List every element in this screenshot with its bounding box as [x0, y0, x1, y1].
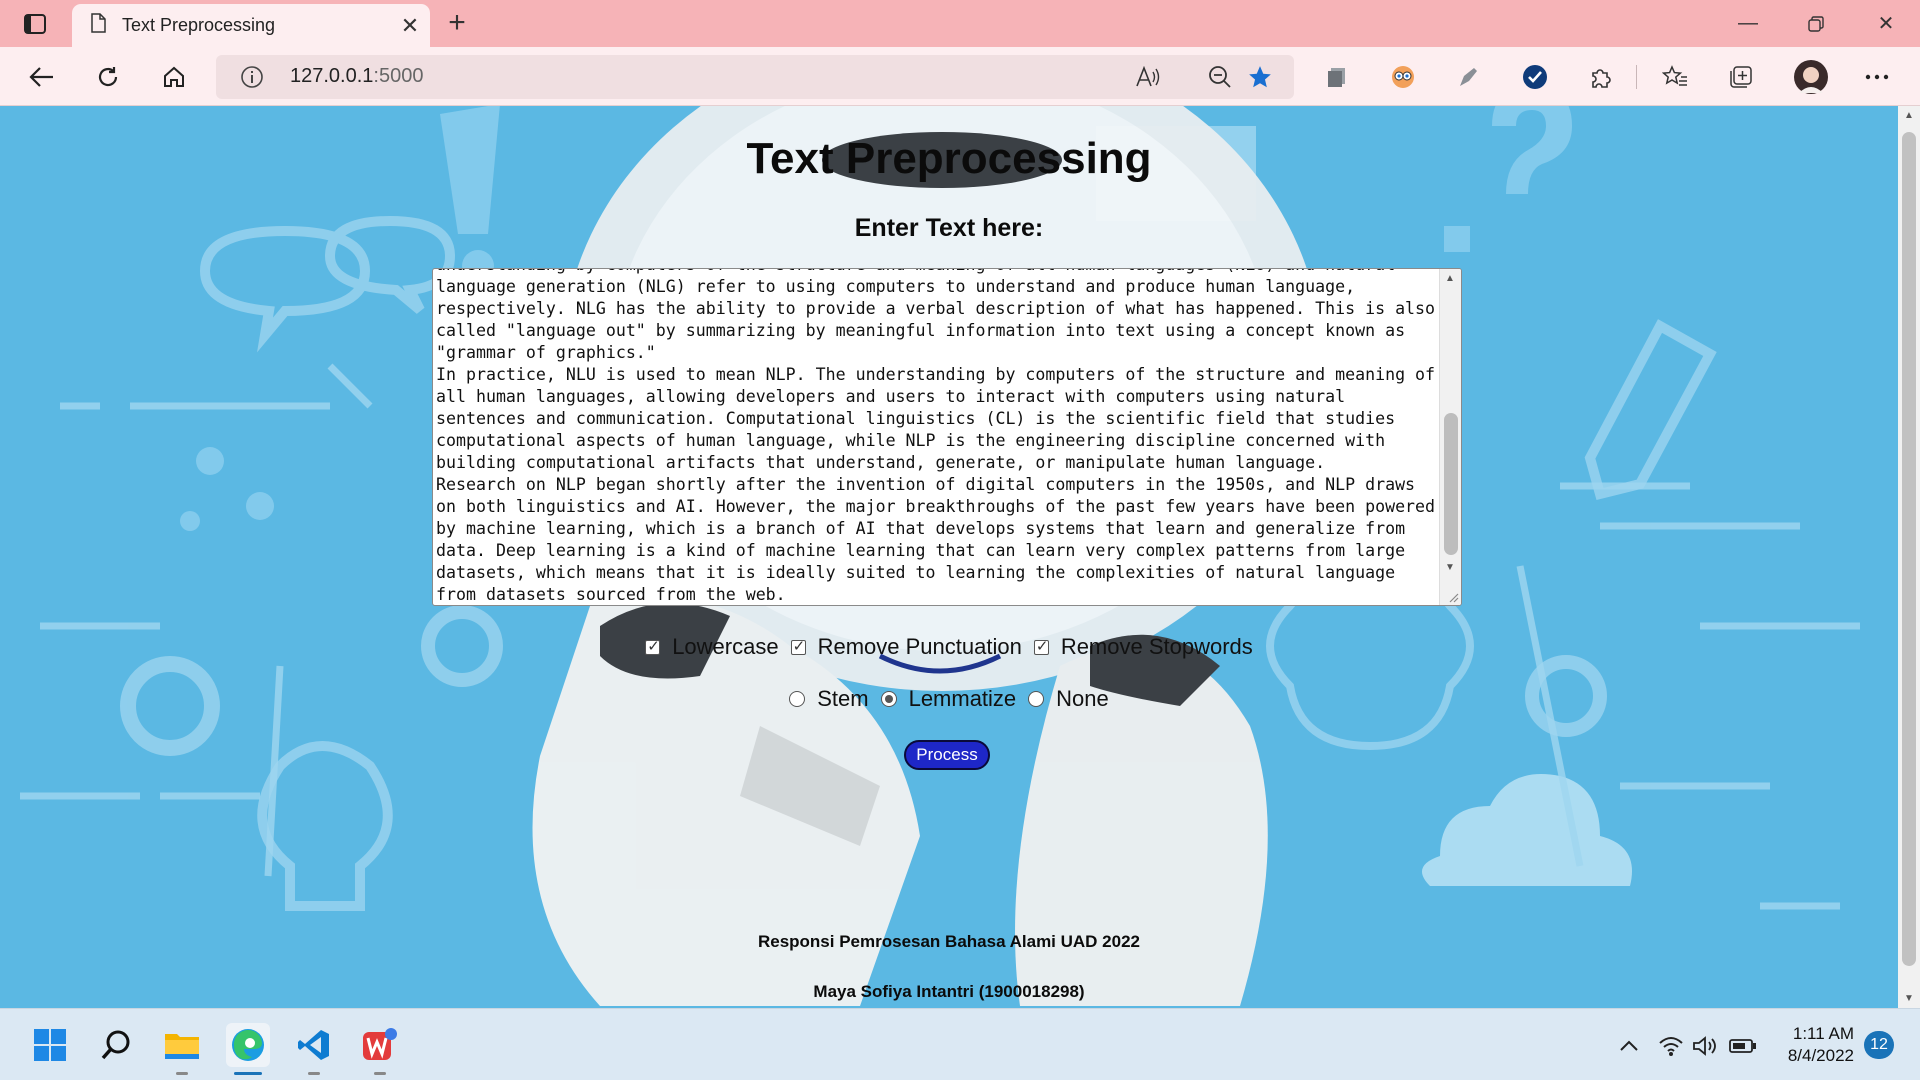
textarea-scroll-thumb[interactable]: [1444, 413, 1458, 555]
clock-date: 8/4/2022: [1787, 1046, 1854, 1065]
remove-punctuation-option[interactable]: Remove Punctuation: [790, 634, 1022, 660]
volume-icon[interactable]: [1690, 1031, 1720, 1061]
search-icon[interactable]: [94, 1023, 138, 1067]
browser-toolbar: 127.0.0.1:5000: [0, 47, 1920, 106]
stem-option[interactable]: Stem: [789, 686, 869, 712]
file-explorer-icon[interactable]: [160, 1023, 204, 1075]
remove-punctuation-label: Remove Punctuation: [817, 634, 1022, 659]
lowercase-label: Lowercase: [672, 634, 779, 659]
battery-icon[interactable]: [1728, 1031, 1758, 1061]
favorite-star-icon[interactable]: [1246, 63, 1274, 91]
show-hidden-icons[interactable]: [1614, 1031, 1644, 1061]
normalization-options: Stem Lemmatize None: [0, 686, 1898, 712]
url-port: :5000: [373, 65, 424, 87]
windows-taskbar: 1:11 AM 8/4/2022 12: [0, 1008, 1920, 1080]
tab-title: Text Preprocessing: [122, 15, 276, 35]
collections-extension-icon[interactable]: [1322, 62, 1352, 92]
home-icon[interactable]: [154, 57, 194, 97]
restore-icon[interactable]: [1782, 0, 1850, 47]
extensions-puzzle-icon[interactable]: [1586, 62, 1616, 92]
footer-course: Responsi Pemrosesan Bahasa Alami UAD 202…: [757, 932, 1141, 951]
profile-avatar[interactable]: [1792, 58, 1830, 96]
tab-actions-icon[interactable]: [20, 10, 50, 38]
close-window-icon[interactable]: ✕: [1852, 0, 1920, 47]
input-label: Enter Text here:: [854, 214, 1044, 242]
favorites-icon[interactable]: [1660, 62, 1690, 92]
browser-tab-strip: Text Preprocessing ✕ + — ✕: [0, 0, 1920, 47]
back-icon[interactable]: [22, 57, 62, 97]
text-input-value[interactable]: understanding by computers of the struct…: [436, 269, 1441, 605]
lemmatize-label: Lemmatize: [908, 686, 1017, 711]
remove-stopwords-label: Remove Stopwords: [1060, 634, 1253, 659]
new-tab-icon[interactable]: +: [440, 6, 474, 40]
remove-stopwords-checkbox[interactable]: [1033, 637, 1049, 655]
start-icon[interactable]: [28, 1023, 72, 1067]
url-host: 127.0.0.1: [290, 65, 374, 87]
stem-radio[interactable]: [789, 691, 806, 707]
address-bar[interactable]: 127.0.0.1:5000: [216, 55, 1294, 99]
site-info-icon[interactable]: [240, 65, 264, 94]
notification-badge[interactable]: 12: [1864, 1031, 1894, 1059]
running-indicator: [176, 1072, 188, 1075]
running-indicator: [308, 1072, 320, 1075]
url-text: 127.0.0.1:5000: [290, 65, 423, 88]
page-scroll-down-icon[interactable]: ▼: [1904, 993, 1914, 1004]
system-clock[interactable]: 1:11 AM 8/4/2022: [1764, 1023, 1854, 1067]
page-title: Text Preprocessing: [746, 134, 1152, 183]
zoom-out-icon[interactable]: [1206, 63, 1234, 91]
wifi-icon[interactable]: [1656, 1031, 1686, 1061]
running-indicator: [374, 1072, 386, 1075]
edge-icon[interactable]: [226, 1023, 270, 1075]
none-option[interactable]: None: [1028, 686, 1109, 712]
lemmatize-option[interactable]: Lemmatize: [880, 686, 1017, 712]
web-page: Text Preprocessing Enter Text here: unde…: [0, 106, 1898, 1008]
scroll-down-icon[interactable]: ▼: [1445, 562, 1455, 573]
lowercase-checkbox[interactable]: [645, 637, 661, 655]
page-scroll-up-icon[interactable]: ▲: [1904, 110, 1914, 121]
text-input-area[interactable]: understanding by computers of the struct…: [432, 268, 1462, 606]
process-button[interactable]: Process: [904, 740, 990, 770]
read-aloud-icon[interactable]: [1134, 63, 1162, 91]
footer-author: Maya Sofiya Intantri (1900018298): [813, 982, 1085, 1001]
page-scrollbar[interactable]: ▲ ▼: [1898, 106, 1920, 1008]
none-label: None: [1056, 686, 1109, 711]
minimize-icon[interactable]: —: [1714, 0, 1782, 47]
collections-icon[interactable]: [1726, 62, 1756, 92]
page-scroll-thumb[interactable]: [1902, 132, 1916, 966]
lowercase-option[interactable]: Lowercase: [645, 634, 779, 660]
resize-handle-icon[interactable]: [1445, 589, 1459, 603]
extension-face-icon[interactable]: [1388, 62, 1418, 92]
clock-time: 1:11 AM: [1792, 1024, 1854, 1043]
wps-office-icon[interactable]: [358, 1023, 402, 1075]
refresh-icon[interactable]: [88, 57, 128, 97]
remove-punctuation-checkbox[interactable]: [790, 637, 806, 655]
stem-label: Stem: [817, 686, 869, 711]
browser-tab[interactable]: Text Preprocessing ✕: [72, 4, 430, 47]
tab-close-icon[interactable]: ✕: [390, 13, 430, 39]
lemmatize-radio[interactable]: [880, 691, 897, 707]
preprocessing-options: Lowercase Remove Punctuation Remove Stop…: [0, 634, 1898, 660]
active-indicator: [234, 1072, 262, 1075]
pen-extension-icon[interactable]: [1454, 62, 1484, 92]
none-radio[interactable]: [1028, 691, 1045, 707]
page-document-icon: [90, 13, 106, 38]
toolbar-divider: [1636, 65, 1637, 89]
remove-stopwords-option[interactable]: Remove Stopwords: [1033, 634, 1253, 660]
vscode-icon[interactable]: [292, 1023, 336, 1075]
textarea-scrollbar[interactable]: ▲ ▼: [1439, 269, 1461, 605]
more-menu-icon[interactable]: [1862, 62, 1892, 92]
check-extension-icon[interactable]: [1520, 62, 1550, 92]
scroll-up-icon[interactable]: ▲: [1445, 273, 1455, 284]
